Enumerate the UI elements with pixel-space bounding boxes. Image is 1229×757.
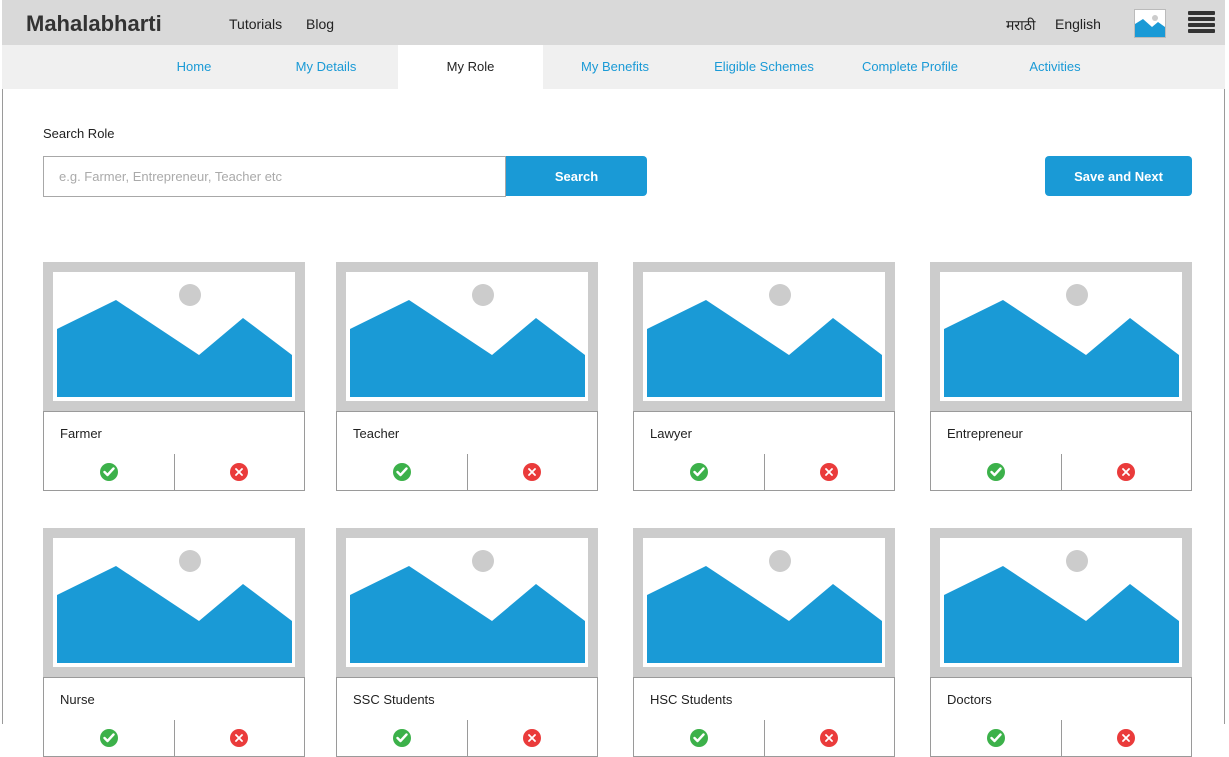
tab-complete-profile[interactable]: Complete Profile	[845, 45, 975, 89]
reject-role-button[interactable]	[175, 720, 305, 756]
role-actions	[43, 454, 305, 491]
reject-role-button[interactable]	[765, 454, 895, 490]
tab-navigation: Home My Details My Role My Benefits Elig…	[2, 45, 1225, 89]
search-role-label: Search Role	[43, 126, 115, 141]
tab-eligible-schemes[interactable]: Eligible Schemes	[699, 45, 829, 89]
search-button[interactable]: Search	[506, 156, 647, 196]
language-marathi[interactable]: मराठी	[1006, 16, 1035, 35]
accept-role-button[interactable]	[337, 454, 468, 490]
image-placeholder-icon	[940, 538, 1182, 667]
role-label: HSC Students	[633, 677, 895, 721]
accept-role-button[interactable]	[634, 454, 765, 490]
reject-role-button[interactable]	[468, 454, 598, 490]
check-circle-icon	[392, 463, 411, 481]
avatar[interactable]	[1134, 9, 1166, 38]
search-role-input[interactable]	[43, 156, 506, 197]
blog-link[interactable]: Blog	[306, 16, 334, 32]
role-label: Doctors	[930, 677, 1192, 721]
role-label: Lawyer	[633, 411, 895, 455]
top-bar: Mahalabharti Tutorials Blog मराठी Englis…	[2, 0, 1225, 45]
check-circle-icon	[986, 729, 1005, 747]
accept-role-button[interactable]	[634, 720, 765, 756]
role-actions	[633, 720, 895, 757]
role-actions	[43, 720, 305, 757]
tab-my-details[interactable]: My Details	[276, 45, 376, 89]
x-circle-icon	[820, 729, 839, 747]
check-circle-icon	[689, 463, 708, 481]
reject-role-button[interactable]	[1062, 720, 1192, 756]
image-placeholder-icon	[643, 272, 885, 401]
x-circle-icon	[523, 463, 542, 481]
role-label: Farmer	[43, 411, 305, 455]
tutorials-link[interactable]: Tutorials	[229, 16, 282, 32]
x-circle-icon	[230, 463, 249, 481]
image-placeholder-icon	[1135, 15, 1165, 37]
hamburger-menu-icon[interactable]	[1188, 11, 1215, 34]
x-circle-icon	[1117, 729, 1136, 747]
role-actions	[930, 720, 1192, 757]
accept-role-button[interactable]	[931, 454, 1062, 490]
brand-logo[interactable]: Mahalabharti	[26, 11, 162, 37]
role-label: Teacher	[336, 411, 598, 455]
role-label: SSC Students	[336, 677, 598, 721]
accept-role-button[interactable]	[337, 720, 468, 756]
role-image	[930, 528, 1192, 677]
tab-home[interactable]: Home	[144, 45, 244, 89]
save-and-next-button[interactable]: Save and Next	[1045, 156, 1192, 196]
image-placeholder-icon	[940, 272, 1182, 401]
image-placeholder-icon	[346, 272, 588, 401]
x-circle-icon	[523, 729, 542, 747]
role-label: Nurse	[43, 677, 305, 721]
role-actions	[633, 454, 895, 491]
x-circle-icon	[1117, 463, 1136, 481]
reject-role-button[interactable]	[765, 720, 895, 756]
accept-role-button[interactable]	[44, 720, 175, 756]
accept-role-button[interactable]	[44, 454, 175, 490]
check-circle-icon	[99, 729, 118, 747]
check-circle-icon	[689, 729, 708, 747]
reject-role-button[interactable]	[175, 454, 305, 490]
accept-role-button[interactable]	[931, 720, 1062, 756]
image-placeholder-icon	[53, 538, 295, 667]
role-image	[336, 528, 598, 677]
role-image	[43, 262, 305, 411]
check-circle-icon	[99, 463, 118, 481]
image-placeholder-icon	[346, 538, 588, 667]
image-placeholder-icon	[53, 272, 295, 401]
role-image	[633, 262, 895, 411]
x-circle-icon	[820, 463, 839, 481]
check-circle-icon	[392, 729, 411, 747]
reject-role-button[interactable]	[468, 720, 598, 756]
role-label: Entrepreneur	[930, 411, 1192, 455]
check-circle-icon	[986, 463, 1005, 481]
language-english[interactable]: English	[1055, 16, 1101, 32]
image-placeholder-icon	[643, 538, 885, 667]
role-actions	[930, 454, 1192, 491]
x-circle-icon	[230, 729, 249, 747]
role-image	[930, 262, 1192, 411]
role-actions	[336, 720, 598, 757]
role-image	[336, 262, 598, 411]
role-actions	[336, 454, 598, 491]
tab-activities[interactable]: Activities	[1005, 45, 1105, 89]
role-image	[633, 528, 895, 677]
role-image	[43, 528, 305, 677]
tab-my-benefits[interactable]: My Benefits	[565, 45, 665, 89]
tab-my-role[interactable]: My Role	[398, 45, 543, 89]
reject-role-button[interactable]	[1062, 454, 1192, 490]
